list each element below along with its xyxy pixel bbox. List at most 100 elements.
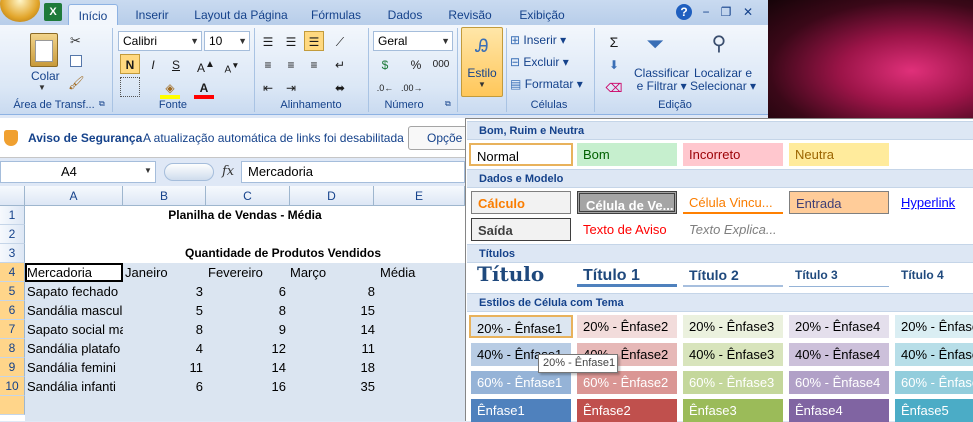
- cell[interactable]: Janeiro: [125, 263, 205, 282]
- row-header[interactable]: 10: [0, 377, 25, 396]
- row-header[interactable]: 5: [0, 282, 25, 301]
- font-color-icon[interactable]: A: [194, 77, 214, 97]
- cell[interactable]: 8: [206, 301, 286, 320]
- insert-function-icon[interactable]: fx: [222, 164, 234, 179]
- column-header[interactable]: A: [25, 186, 123, 206]
- sheet-subtitle[interactable]: Quantidade de Produtos Vendidos: [123, 244, 443, 263]
- fill-color-icon[interactable]: ◈: [160, 77, 180, 97]
- increase-decimal-icon[interactable]: .0←: [375, 77, 395, 97]
- number-format-combo[interactable]: Geral ▼: [373, 31, 453, 51]
- formula-bar-handle[interactable]: [164, 163, 214, 181]
- cell[interactable]: 3: [123, 282, 203, 301]
- column-header[interactable]: E: [374, 186, 465, 206]
- cell[interactable]: 11: [123, 358, 204, 377]
- cell[interactable]: 12: [206, 339, 286, 358]
- cell[interactable]: Sapato social ma: [27, 320, 123, 339]
- align-right-icon[interactable]: ≡: [304, 54, 324, 74]
- row-header[interactable]: [0, 396, 25, 415]
- style-20-accent3[interactable]: 20% - Ênfase3: [683, 315, 783, 338]
- paste-dropdown-icon[interactable]: ▼: [38, 83, 46, 92]
- cell[interactable]: 9: [206, 320, 286, 339]
- style-60-accent3[interactable]: 60% - Ênfase3: [683, 371, 783, 394]
- row-header[interactable]: 3: [0, 244, 25, 263]
- bold-button[interactable]: N: [120, 54, 140, 74]
- thousands-button[interactable]: 000: [428, 54, 454, 74]
- style-20-accent5[interactable]: 20% - Ênfase5: [895, 315, 973, 338]
- insert-cells-button[interactable]: ⊞ Inserir ▾: [510, 33, 566, 47]
- decrease-decimal-icon[interactable]: .00→: [400, 77, 423, 97]
- style-40-accent4[interactable]: 40% - Ênfase4: [789, 343, 889, 366]
- style-heading-1[interactable]: Título 1: [577, 264, 677, 287]
- cell[interactable]: 14: [206, 358, 286, 377]
- grow-font-icon[interactable]: A▲: [196, 54, 216, 75]
- chevron-down-icon[interactable]: ▼: [144, 166, 152, 175]
- style-heading-3[interactable]: Título 3: [789, 264, 889, 287]
- cell[interactable]: 6: [206, 282, 286, 301]
- format-painter-icon[interactable]: 🖌: [68, 75, 85, 91]
- style-20-accent1[interactable]: 20% - Ênfase1: [469, 315, 573, 338]
- currency-icon[interactable]: $: [375, 54, 395, 74]
- style-bad[interactable]: Incorreto: [683, 143, 783, 166]
- style-check-cell[interactable]: Célula de Ve...: [577, 191, 677, 214]
- paste-button[interactable]: Colar: [31, 69, 60, 83]
- style-60-accent2[interactable]: 60% - Ênfase2: [577, 371, 677, 394]
- borders-icon[interactable]: [120, 77, 140, 97]
- cell[interactable]: Sandália femini: [27, 358, 123, 377]
- style-20-accent2[interactable]: 20% - Ênfase2: [577, 315, 677, 338]
- name-box[interactable]: A4: [0, 161, 156, 183]
- align-top-icon[interactable]: ☰: [258, 31, 278, 51]
- style-20-accent4[interactable]: 20% - Ênfase4: [789, 315, 889, 338]
- row-header[interactable]: 4: [0, 263, 25, 282]
- underline-button[interactable]: S: [166, 54, 186, 74]
- row-header[interactable]: 9: [0, 358, 25, 377]
- style-60-accent4[interactable]: 60% - Ênfase4: [789, 371, 889, 394]
- row-header[interactable]: 1: [0, 206, 25, 225]
- row-header[interactable]: 7: [0, 320, 25, 339]
- cell[interactable]: Março: [290, 263, 370, 282]
- tab-inserir[interactable]: Inserir: [128, 4, 176, 26]
- cell[interactable]: Sandália mascul: [27, 301, 123, 320]
- office-button[interactable]: [0, 0, 40, 22]
- column-header[interactable]: D: [290, 186, 374, 206]
- align-bottom-icon[interactable]: ☰: [304, 31, 324, 51]
- dialog-launcher-icon[interactable]: ⧉: [99, 99, 105, 109]
- cell[interactable]: 5: [123, 301, 203, 320]
- font-name-combo[interactable]: Calibri ▼: [118, 31, 202, 51]
- sheet-title[interactable]: Planilha de Vendas - Média: [25, 206, 465, 225]
- paste-icon[interactable]: [30, 33, 58, 67]
- find-select-button[interactable]: Localizar e Selecionar ▾: [690, 67, 756, 93]
- row-header[interactable]: 8: [0, 339, 25, 358]
- cut-icon[interactable]: ✂: [70, 33, 81, 49]
- cell[interactable]: Mercadoria: [27, 263, 123, 282]
- decrease-indent-icon[interactable]: ⇤: [258, 77, 278, 97]
- style-warning-text[interactable]: Texto de Aviso: [577, 218, 677, 241]
- cell[interactable]: 6: [123, 377, 203, 396]
- tab-dados[interactable]: Dados: [382, 4, 428, 26]
- italic-button[interactable]: I: [143, 54, 163, 74]
- style-accent4[interactable]: Ênfase4: [789, 399, 889, 422]
- minimize-icon[interactable]: −: [698, 4, 714, 20]
- style-heading-4[interactable]: Título 4: [895, 264, 973, 287]
- style-explanatory-text[interactable]: Texto Explica...: [683, 218, 783, 241]
- style-neutral[interactable]: Neutra: [789, 143, 889, 166]
- cell[interactable]: Sandália platafo: [27, 339, 123, 358]
- style-40-accent3[interactable]: 40% - Ênfase3: [683, 343, 783, 366]
- help-icon[interactable]: ?: [676, 4, 692, 20]
- fill-icon[interactable]: ⬇: [604, 54, 624, 74]
- percent-button[interactable]: %: [406, 54, 426, 74]
- style-60-accent1[interactable]: 60% - Ênfase1: [471, 371, 571, 394]
- cell[interactable]: 14: [290, 320, 375, 339]
- style-title[interactable]: Título: [471, 262, 571, 288]
- style-accent5[interactable]: Ênfase5: [895, 399, 973, 422]
- style-normal[interactable]: Normal: [469, 143, 573, 166]
- cell[interactable]: Média: [380, 263, 460, 282]
- column-header[interactable]: C: [206, 186, 290, 206]
- style-heading-2[interactable]: Título 2: [683, 264, 783, 287]
- style-input[interactable]: Entrada: [789, 191, 889, 214]
- cell[interactable]: Sapato fechado: [27, 282, 123, 301]
- style-hyperlink[interactable]: Hyperlink: [895, 191, 973, 214]
- cell[interactable]: 35: [290, 377, 375, 396]
- restore-icon[interactable]: ❐: [718, 4, 734, 20]
- tab-exibicao[interactable]: Exibição: [512, 4, 572, 26]
- align-left-icon[interactable]: ≡: [258, 54, 278, 74]
